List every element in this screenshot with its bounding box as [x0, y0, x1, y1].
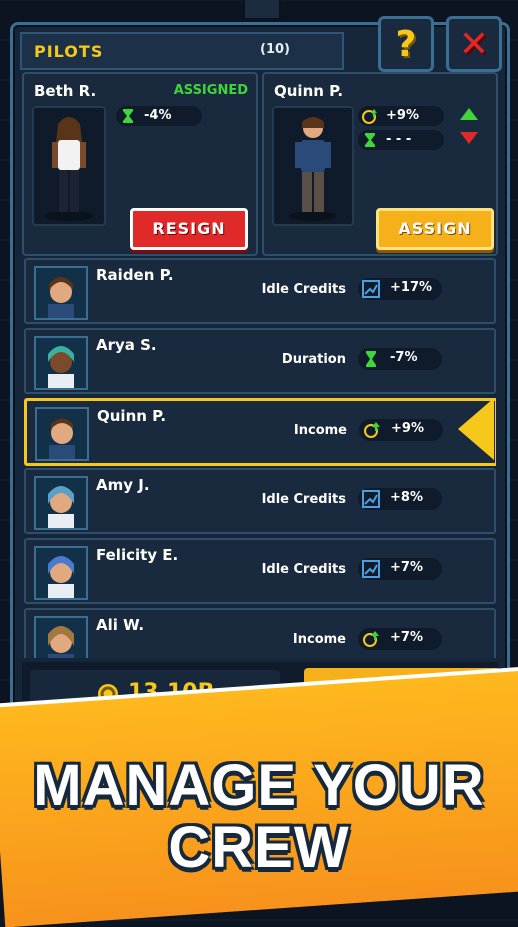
pilot-face-icon	[48, 277, 74, 318]
current-stat-value: -4%	[144, 108, 172, 123]
help-button[interactable]: ?	[378, 16, 434, 72]
pilot-avatar	[34, 616, 88, 658]
pilot-row-raiden[interactable]: Raiden P. Idle Credits +17%	[24, 258, 496, 324]
pilot-face-icon	[48, 346, 74, 388]
pilot-stat-value: +8%	[390, 490, 423, 505]
pilot-name: Ali W.	[96, 616, 145, 634]
hourglass-icon	[366, 351, 376, 367]
candidate-pilot-name: Quinn P.	[274, 82, 344, 100]
pilot-stat-label: Duration	[281, 352, 346, 367]
coin-up-icon	[363, 631, 379, 647]
pilot-count: (10)	[260, 42, 290, 57]
pilot-face-icon	[48, 626, 74, 658]
pilot-name: Amy J.	[96, 476, 150, 494]
chart-icon	[362, 560, 380, 578]
pilot-stat-pill: +17%	[358, 278, 442, 300]
candidate-income-stat: +9%	[358, 106, 444, 126]
question-icon: ?	[395, 23, 417, 65]
chart-icon	[362, 280, 380, 298]
pilot-row-ali[interactable]: Ali W. Income +7%	[24, 608, 496, 658]
current-pilot-portrait	[32, 106, 106, 226]
arrow-down-icon	[460, 132, 478, 144]
chart-icon	[362, 490, 380, 508]
arrow-up-icon	[460, 108, 478, 120]
top-connector	[243, 0, 281, 20]
pilot-row-arya[interactable]: Arya S. Duration -7%	[24, 328, 496, 394]
resign-button[interactable]: RESIGN	[130, 208, 248, 250]
pilot-stat-label: Income	[292, 632, 346, 647]
pilot-avatar	[34, 336, 88, 390]
pilot-stat-label: Idle Credits	[261, 492, 346, 507]
candidate-duration-stat: - - -	[358, 130, 444, 150]
banner-line-1: MANAGE YOUR	[33, 753, 485, 818]
close-icon: ✕	[458, 23, 490, 65]
pilot-name: Arya S.	[96, 336, 157, 354]
coin-up-icon	[362, 109, 377, 124]
pilot-stat-label: Income	[293, 423, 347, 438]
pilot-stat-label: Idle Credits	[261, 562, 346, 577]
pilot-stat-pill: +7%	[358, 558, 442, 580]
pilot-stat-value: +9%	[391, 421, 424, 436]
pilot-row-amy[interactable]: Amy J. Idle Credits +8%	[24, 468, 496, 534]
pilot-stat-value: +17%	[390, 280, 433, 295]
pilot-stat-pill: +8%	[358, 488, 442, 510]
candidate-pilot-portrait	[272, 106, 354, 226]
pilot-name: Raiden P.	[96, 266, 174, 284]
banner-line-2: CREW	[168, 815, 350, 880]
pilot-avatar	[34, 266, 88, 320]
coin-up-icon	[364, 422, 380, 438]
close-button[interactable]: ✕	[446, 16, 502, 72]
pilot-name: Quinn P.	[97, 407, 167, 425]
hourglass-icon	[123, 109, 133, 123]
pilot-stat-value: +7%	[390, 560, 423, 575]
pilot-figure-icon	[45, 117, 93, 221]
pilot-stat-pill: +7%	[358, 628, 442, 650]
panel-header: PILOTS (10)	[20, 32, 344, 70]
pilot-stat-pill: +9%	[359, 419, 443, 441]
assigned-status: ASSIGNED	[173, 83, 248, 98]
pilot-face-icon	[48, 556, 74, 598]
hourglass-icon	[365, 133, 375, 147]
pilot-list: Raiden P. Idle Credits +17% Arya S. Dura…	[22, 258, 496, 658]
pilot-avatar	[35, 407, 89, 461]
pilot-stat-value: -7%	[390, 350, 418, 365]
panel-title: PILOTS	[34, 42, 104, 61]
candidate-stat2-value: - - -	[386, 132, 412, 147]
pilot-stat-pill: -7%	[358, 348, 442, 370]
pilot-name: Felicity E.	[96, 546, 179, 564]
current-duration-stat: -4%	[116, 106, 202, 126]
pilot-row-felicity[interactable]: Felicity E. Idle Credits +7%	[24, 538, 496, 604]
assign-button[interactable]: ASSIGN	[376, 208, 494, 250]
current-pilot-card: Beth R. ASSIGNED -4% RESIGN	[22, 72, 258, 256]
candidate-stat1-value: +9%	[386, 108, 419, 123]
pilot-stat-value: +7%	[390, 630, 423, 645]
candidate-pilot-card: Quinn P. +9% - - - ASSIGN	[262, 72, 498, 256]
pilot-avatar	[34, 546, 88, 600]
pilot-face-icon	[49, 418, 75, 459]
pilot-face-icon	[48, 486, 74, 528]
pilot-stat-label: Idle Credits	[261, 282, 346, 297]
current-pilot-name: Beth R.	[34, 82, 97, 100]
pilot-figure-icon	[289, 117, 337, 221]
pilot-row-quinn[interactable]: Quinn P. Income +9%	[24, 398, 496, 466]
pilot-avatar	[34, 476, 88, 530]
